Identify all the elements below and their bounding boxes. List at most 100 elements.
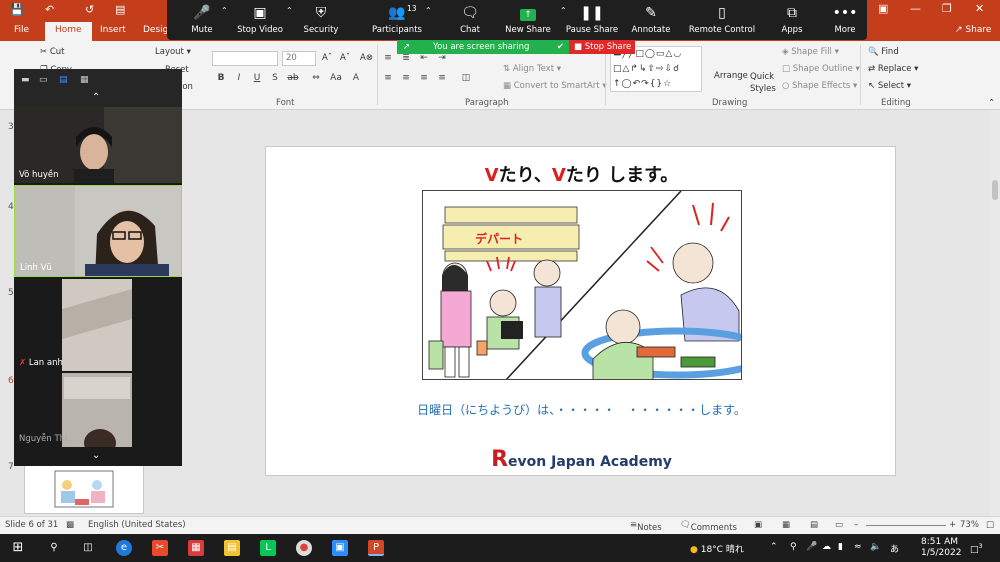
ime-indicator[interactable]: あ — [890, 542, 899, 555]
slideshow-view-icon[interactable]: ▭ — [835, 520, 843, 530]
participants-button[interactable]: 👥 13 Participants — [362, 4, 432, 35]
slide-thumbnail-7[interactable] — [24, 462, 144, 514]
font-name-field[interactable] — [212, 51, 278, 66]
align-center-icon[interactable]: ≡ — [400, 73, 412, 85]
align-right-icon[interactable]: ≡ — [418, 73, 430, 85]
scrollbar-thumb[interactable] — [992, 180, 998, 200]
grow-font-icon[interactable]: Aˆ — [322, 53, 332, 63]
line-icon[interactable]: L — [260, 540, 276, 556]
shape-effects-button[interactable]: ○ Shape Effects ▾ — [782, 81, 857, 91]
align-text-button[interactable]: ⇅ Align Text ▾ — [503, 64, 561, 74]
arrange-button[interactable]: Arrange — [714, 71, 748, 81]
slide-number[interactable]: 3 — [8, 122, 14, 132]
participant-video-tile-active[interactable]: Linh Vũ — [14, 185, 182, 277]
snipping-tool-icon[interactable]: ✂ — [152, 540, 168, 556]
slide-number-current[interactable]: 6 — [8, 376, 14, 386]
font-color-icon[interactable]: A — [350, 73, 362, 85]
hide-video-icon[interactable]: ▭ — [39, 75, 48, 85]
slide-caption[interactable]: 日曜日（にちようび）は、・・・・・ ・・・・・・します。 — [266, 401, 897, 418]
redo-icon[interactable]: ↺ — [85, 3, 94, 16]
convert-smartart-button[interactable]: ▦ Convert to SmartArt ▾ — [503, 81, 607, 91]
share-button[interactable]: ↗ Share — [955, 25, 991, 35]
weather-widget[interactable]: ● 18°C 晴れ — [690, 542, 744, 555]
shape-outline-button[interactable]: □ Shape Outline ▾ — [782, 64, 860, 74]
scroll-down-icon[interactable]: ⌄ — [92, 450, 100, 461]
tab-insert[interactable]: Insert — [100, 25, 126, 35]
underline-icon[interactable]: U — [251, 73, 263, 85]
gallery-view-icon[interactable]: ▦ — [80, 75, 89, 85]
microphone-tray-icon[interactable]: 🎤 — [806, 542, 817, 552]
columns-icon[interactable]: ◫ — [460, 73, 472, 85]
participants-options-chevron-icon[interactable]: ⌃ — [425, 6, 432, 15]
task-view-icon[interactable]: ◫ — [80, 540, 96, 556]
zoom-in-icon[interactable]: + — [949, 520, 956, 530]
minimize-panel-icon[interactable]: ▬ — [21, 75, 30, 85]
minimize-icon[interactable]: — — [910, 2, 921, 15]
tab-file[interactable]: File — [14, 25, 29, 35]
battery-icon[interactable]: ▮ — [838, 542, 843, 552]
scroll-up-icon[interactable]: ⌃ — [92, 92, 100, 103]
restore-icon[interactable]: ❐ — [942, 2, 952, 15]
show-hidden-icons-icon[interactable]: ⌃ — [770, 542, 778, 552]
volume-icon[interactable]: 🔈 — [870, 542, 881, 552]
remote-control-button[interactable]: ▯ Remote Control — [687, 4, 757, 35]
close-icon[interactable]: ✕ — [975, 2, 984, 15]
decrease-indent-icon[interactable]: ⇤ — [418, 53, 430, 65]
shrink-font-icon[interactable]: Aˇ — [340, 53, 350, 63]
layout-button[interactable]: Layout ▾ — [155, 47, 191, 57]
zoom-out-icon[interactable]: – — [854, 520, 858, 530]
accessibility-icon[interactable]: ▩ — [66, 520, 74, 530]
quick-styles-button[interactable]: Quick Styles — [750, 71, 776, 95]
increase-indent-icon[interactable]: ⇥ — [436, 53, 448, 65]
undo-icon[interactable]: ↶ — [45, 3, 54, 16]
current-slide[interactable]: Vたり、Vたり します。 デパート 日曜日（にちようび）は、・・・・・ ・・・・… — [265, 146, 896, 476]
zoom-slider[interactable] — [866, 525, 946, 526]
slide-title[interactable]: Vたり、Vたり します。 — [266, 161, 897, 187]
cut-button[interactable]: ✂ Cut — [40, 47, 64, 57]
windows-start-icon[interactable]: ⊞ — [10, 540, 26, 556]
align-left-icon[interactable]: ≡ — [382, 73, 394, 85]
participant-video-tile[interactable]: ✗ Lan anh — [14, 279, 182, 371]
wifi-icon[interactable]: ≈ — [854, 542, 862, 552]
start-slideshow-icon[interactable]: ▤ — [115, 3, 125, 16]
network-tray-icon[interactable]: ⚲ — [790, 542, 797, 552]
notification-center-icon[interactable]: □3 — [970, 542, 983, 555]
security-button[interactable]: ⛨ Security — [286, 4, 356, 35]
shape-fill-button[interactable]: ◈ Shape Fill ▾ — [782, 47, 839, 57]
justify-icon[interactable]: ≡ — [436, 73, 448, 85]
speaker-view-icon[interactable]: ▤ — [59, 75, 68, 85]
italic-icon[interactable]: I — [233, 73, 245, 85]
slide-illustration[interactable]: デパート — [422, 190, 742, 380]
chrome-icon[interactable]: ● — [296, 540, 312, 556]
strikethrough-icon[interactable]: ab — [287, 73, 299, 85]
slide-sorter-icon[interactable]: ▦ — [782, 520, 790, 530]
numbering-icon[interactable]: ≣ — [400, 53, 412, 65]
stop-share-button[interactable]: ■ Stop Share — [569, 40, 635, 54]
slide-number[interactable]: 7 — [8, 462, 14, 472]
search-icon[interactable]: ⚲ — [46, 540, 62, 556]
stop-video-button[interactable]: ▣ Stop Video — [225, 4, 295, 35]
select-button[interactable]: ↖ Select ▾ — [868, 81, 911, 91]
collapse-ribbon-icon[interactable]: ⌃ — [988, 98, 995, 108]
zoom-app-icon[interactable]: ▣ — [332, 540, 348, 556]
comments-button[interactable]: 🗨 Comments — [680, 520, 737, 533]
char-spacing-icon[interactable]: ⇔ — [310, 73, 322, 85]
fit-to-window-icon[interactable]: □ — [986, 520, 994, 530]
normal-view-icon[interactable]: ▣ — [754, 520, 762, 530]
participant-video-tile[interactable]: Nguyễn Thị... — [14, 373, 182, 447]
app-icon[interactable]: ▦ — [188, 540, 204, 556]
bullets-icon[interactable]: ≡ — [382, 53, 394, 65]
edge-icon[interactable]: e — [116, 540, 132, 556]
clear-format-icon[interactable]: A⊗ — [360, 53, 373, 63]
vertical-scrollbar[interactable] — [990, 110, 1000, 516]
save-icon[interactable]: 💾 — [10, 3, 24, 16]
notes-button[interactable]: ≡ Notes — [630, 520, 662, 533]
slide-number[interactable]: 5 — [8, 288, 14, 298]
reading-view-icon[interactable]: ▤ — [810, 520, 818, 530]
font-size-field[interactable]: 20 — [282, 51, 316, 66]
zoom-level[interactable]: 73% — [960, 520, 979, 530]
participant-video-tile[interactable]: Võ huyền — [14, 107, 182, 183]
annotate-button[interactable]: ✎ Annotate — [616, 4, 686, 35]
change-case-icon[interactable]: Aa — [330, 73, 342, 85]
tab-home[interactable]: Home — [45, 22, 92, 41]
